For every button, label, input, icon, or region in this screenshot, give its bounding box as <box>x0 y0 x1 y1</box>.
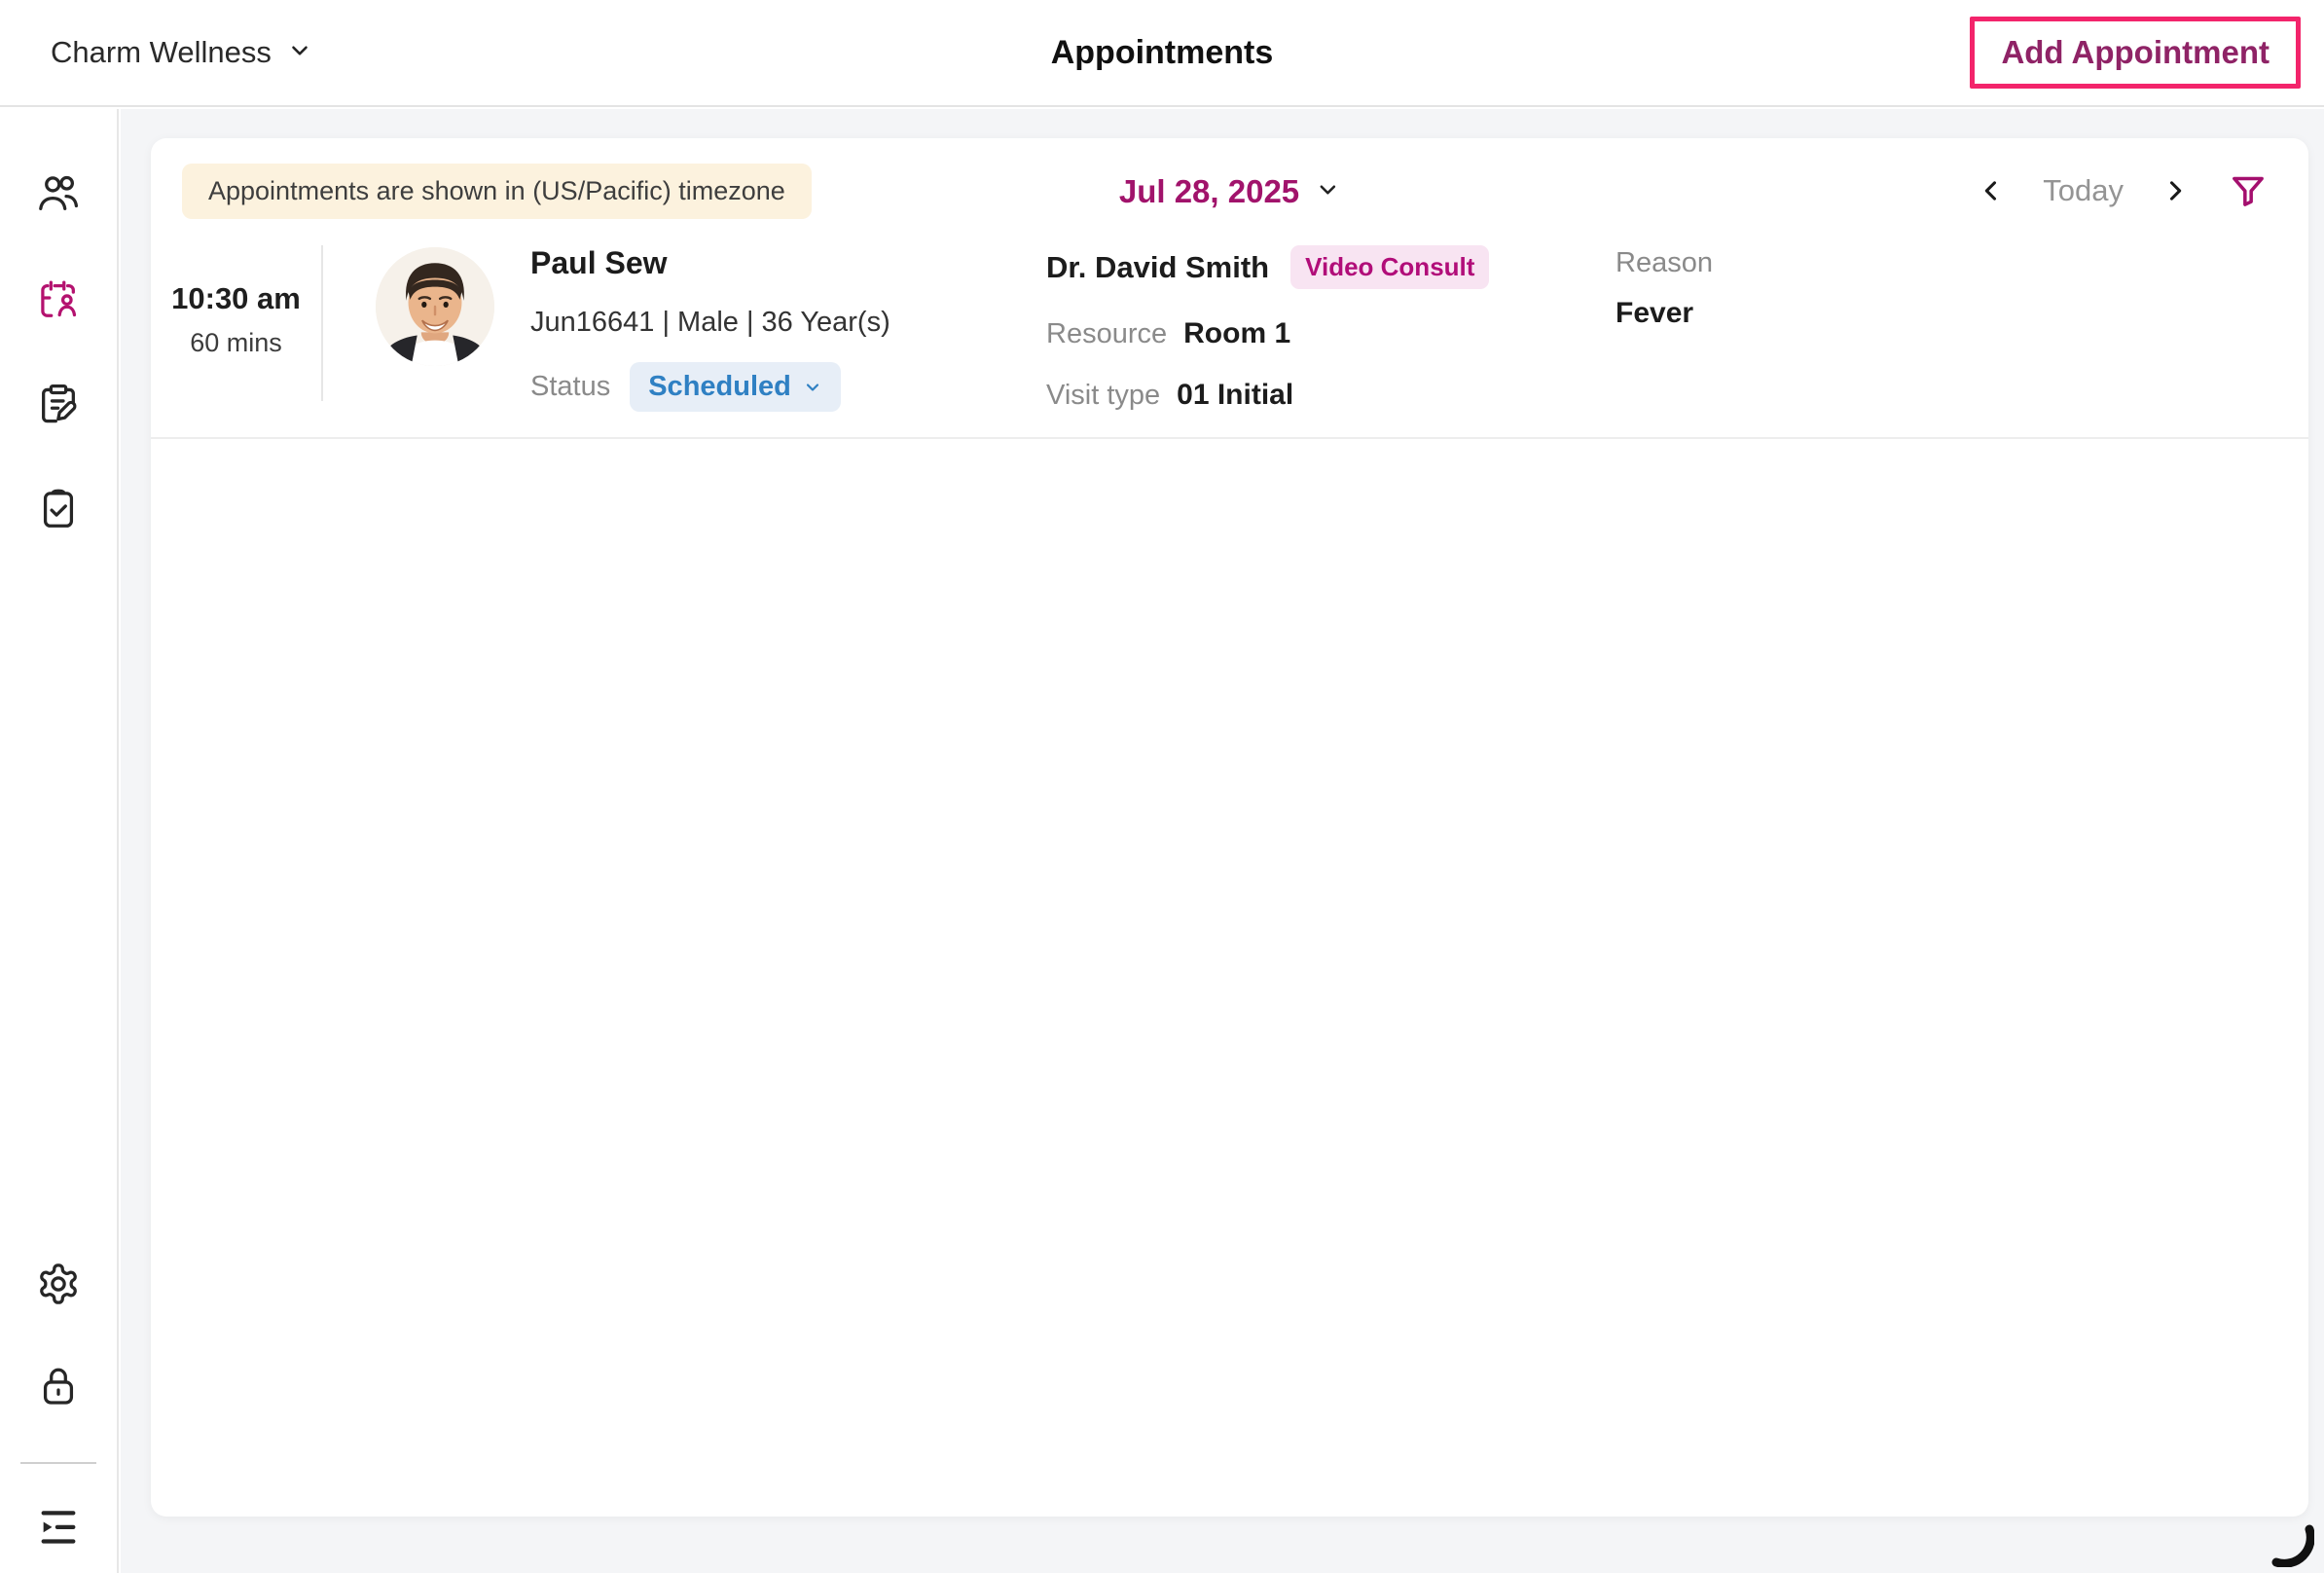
loading-spinner <box>2270 1522 2314 1567</box>
add-appointment-button[interactable]: Add Appointment <box>1970 17 2301 89</box>
org-switcher[interactable]: Charm Wellness <box>51 35 312 70</box>
sidebar <box>0 109 119 1573</box>
sidebar-divider <box>20 1462 96 1464</box>
sidebar-item-tasks[interactable] <box>36 487 81 531</box>
sidebar-item-console[interactable] <box>36 1503 81 1548</box>
date-label: Jul 28, 2025 <box>1119 173 1299 210</box>
chevron-down-icon <box>1315 177 1340 207</box>
patient-meta: Jun16641 | Male | 36 Year(s) <box>530 307 890 339</box>
date-navigation: Today <box>1975 169 2270 212</box>
start-time: 10:30 am <box>171 281 301 316</box>
visit-info: Dr. David Smith Video Consult Resource R… <box>1046 245 1489 412</box>
sidebar-item-patients[interactable] <box>36 171 81 216</box>
next-day-button[interactable] <box>2159 174 2192 207</box>
duration: 60 mins <box>190 328 282 358</box>
provider-name: Dr. David Smith <box>1046 250 1269 285</box>
reason-value: Fever <box>1616 297 1713 330</box>
filter-button[interactable] <box>2227 169 2270 212</box>
appointment-row[interactable]: 10:30 am 60 mins <box>151 239 2308 439</box>
prev-day-button[interactable] <box>1975 174 2008 207</box>
visit-type-value: 01 Initial <box>1177 379 1293 412</box>
resource-value: Room 1 <box>1183 317 1290 350</box>
visit-type-label: Visit type <box>1046 380 1160 412</box>
reason-info: Reason Fever <box>1616 247 1713 330</box>
page-title: Appointments <box>1051 34 1274 72</box>
status-label: Status <box>530 371 610 403</box>
topbar: Charm Wellness Appointments Add Appointm… <box>0 0 2324 107</box>
today-button[interactable]: Today <box>2043 173 2124 208</box>
resource-label: Resource <box>1046 318 1167 350</box>
date-picker[interactable]: Jul 28, 2025 <box>1119 173 1340 210</box>
patient-name[interactable]: Paul Sew <box>530 245 890 281</box>
card-header: Appointments are shown in (US/Pacific) t… <box>151 138 2308 239</box>
chevron-down-icon <box>287 38 312 68</box>
sidebar-item-encounter-notes[interactable] <box>36 382 81 426</box>
sidebar-item-settings[interactable] <box>36 1262 81 1306</box>
patient-avatar[interactable] <box>376 247 494 366</box>
app-root: Charm Wellness Appointments Add Appointm… <box>0 0 2324 1573</box>
status-value: Scheduled <box>648 371 791 403</box>
video-consult-badge: Video Consult <box>1290 245 1489 289</box>
org-name: Charm Wellness <box>51 35 272 70</box>
reason-label: Reason <box>1616 247 1713 279</box>
timezone-notice: Appointments are shown in (US/Pacific) t… <box>182 164 812 219</box>
main-area: Appointments are shown in (US/Pacific) t… <box>121 109 2324 1573</box>
appointments-card: Appointments are shown in (US/Pacific) t… <box>151 138 2308 1517</box>
status-dropdown[interactable]: Scheduled <box>630 362 841 412</box>
appointment-time: 10:30 am 60 mins <box>151 239 321 400</box>
sidebar-item-lock[interactable] <box>36 1363 81 1408</box>
patient-info: Paul Sew Jun16641 | Male | 36 Year(s) St… <box>530 245 890 412</box>
time-divider <box>321 245 323 401</box>
sidebar-item-appointments[interactable] <box>36 276 81 321</box>
